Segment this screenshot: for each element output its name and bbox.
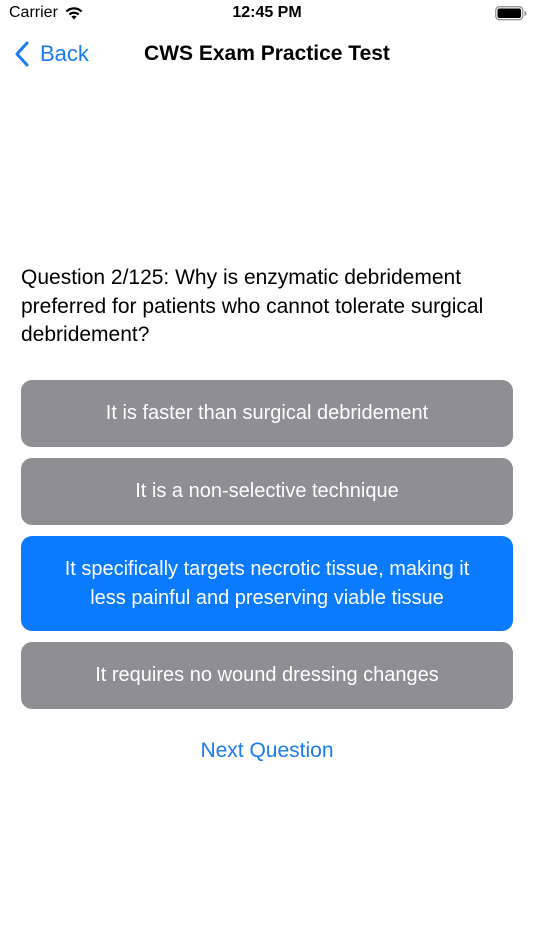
status-time: 12:45 PM [232, 4, 302, 21]
answer-label: It specifically targets necrotic tissue,… [64, 558, 470, 609]
question-text: Question 2/125: Why is enzymatic debride… [21, 266, 484, 346]
answer-option-4[interactable]: It requires no wound dressing changes [21, 642, 513, 709]
answer-option-2[interactable]: It is a non-selective technique [21, 458, 513, 525]
answer-label: It is a non-selective technique [135, 480, 399, 503]
navigation-bar: Back CWS Exam Practice Test [0, 30, 534, 78]
battery-icon [495, 6, 527, 21]
status-bar: Carrier 12:45 PM [0, 0, 534, 28]
answer-option-3[interactable]: It specifically targets necrotic tissue,… [21, 536, 513, 631]
next-question-button[interactable]: Next Question [0, 739, 534, 763]
page-title: CWS Exam Practice Test [144, 42, 390, 65]
answer-option-1[interactable]: It is faster than surgical debridement [21, 380, 513, 447]
answer-list: It is faster than surgical debridement I… [21, 380, 513, 720]
answer-label: It is faster than surgical debridement [105, 402, 429, 425]
answer-label: It requires no wound dressing changes [95, 664, 439, 687]
